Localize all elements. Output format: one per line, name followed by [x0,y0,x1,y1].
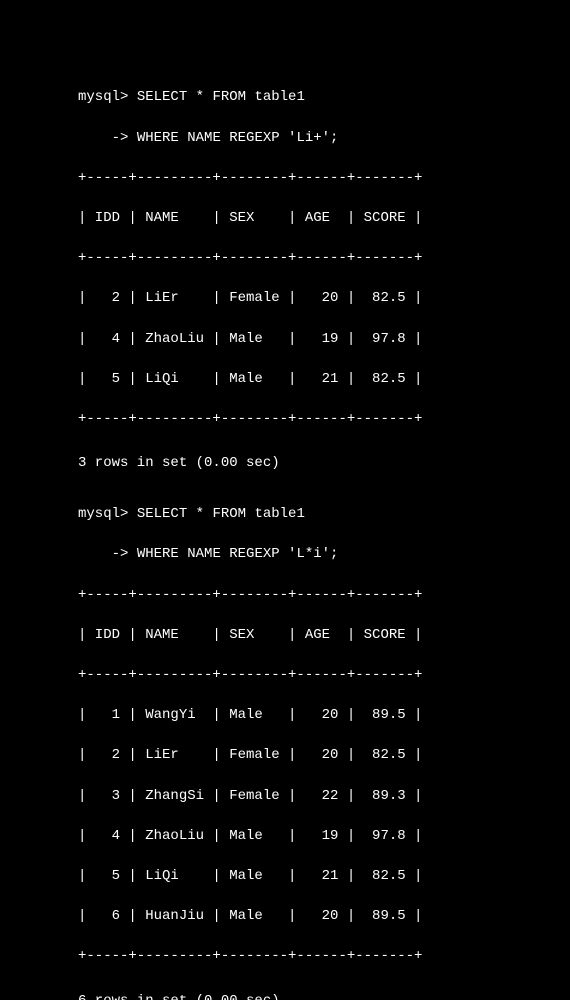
table1-row: | 4 | ZhaoLiu | Male | 19 | 97.8 | [78,330,570,350]
table1-row: | 5 | LiQi | Male | 21 | 82.5 | [78,370,570,390]
table2-border-top: +-----+---------+--------+------+-------… [78,586,570,606]
table1-border-mid: +-----+---------+--------+------+-------… [78,249,570,269]
continuation-prompt: -> [78,546,128,562]
table2-border-mid: +-----+---------+--------+------+-------… [78,666,570,686]
sql-statement-1a: SELECT * FROM table1 [137,89,305,105]
query1-prompt-line2: -> WHERE NAME REGEXP 'Li+'; [78,129,570,149]
mysql-prompt: mysql> [78,506,128,522]
query1-status: 3 rows in set (0.00 sec) [78,454,570,474]
table2-row: | 4 | ZhaoLiu | Male | 19 | 97.8 | [78,827,570,847]
table1-border-bottom: +-----+---------+--------+------+-------… [78,410,570,430]
continuation-prompt: -> [78,130,128,146]
table2-row: | 2 | LiEr | Female | 20 | 82.5 | [78,746,570,766]
sql-statement-1b: WHERE NAME REGEXP 'Li+'; [137,130,339,146]
query2-status: 6 rows in set (0.00 sec) [78,992,570,1000]
table2-row: | 6 | HuanJiu | Male | 20 | 89.5 | [78,907,570,927]
table2-row: | 3 | ZhangSi | Female | 22 | 89.3 | [78,787,570,807]
sql-statement-2b: WHERE NAME REGEXP 'L*i'; [137,546,339,562]
table1-header: | IDD | NAME | SEX | AGE | SCORE | [78,209,570,229]
table1-border-top: +-----+---------+--------+------+-------… [78,169,570,189]
mysql-prompt: mysql> [78,89,128,105]
table2-border-bottom: +-----+---------+--------+------+-------… [78,947,570,967]
table2-row: | 1 | WangYi | Male | 20 | 89.5 | [78,706,570,726]
table2-row: | 5 | LiQi | Male | 21 | 82.5 | [78,867,570,887]
sql-statement-2a: SELECT * FROM table1 [137,506,305,522]
table1-row: | 2 | LiEr | Female | 20 | 82.5 | [78,289,570,309]
table2-header: | IDD | NAME | SEX | AGE | SCORE | [78,626,570,646]
query2-prompt-line2: -> WHERE NAME REGEXP 'L*i'; [78,545,570,565]
query1-prompt-line1: mysql> SELECT * FROM table1 [78,88,570,108]
query2-prompt-line1: mysql> SELECT * FROM table1 [78,505,570,525]
